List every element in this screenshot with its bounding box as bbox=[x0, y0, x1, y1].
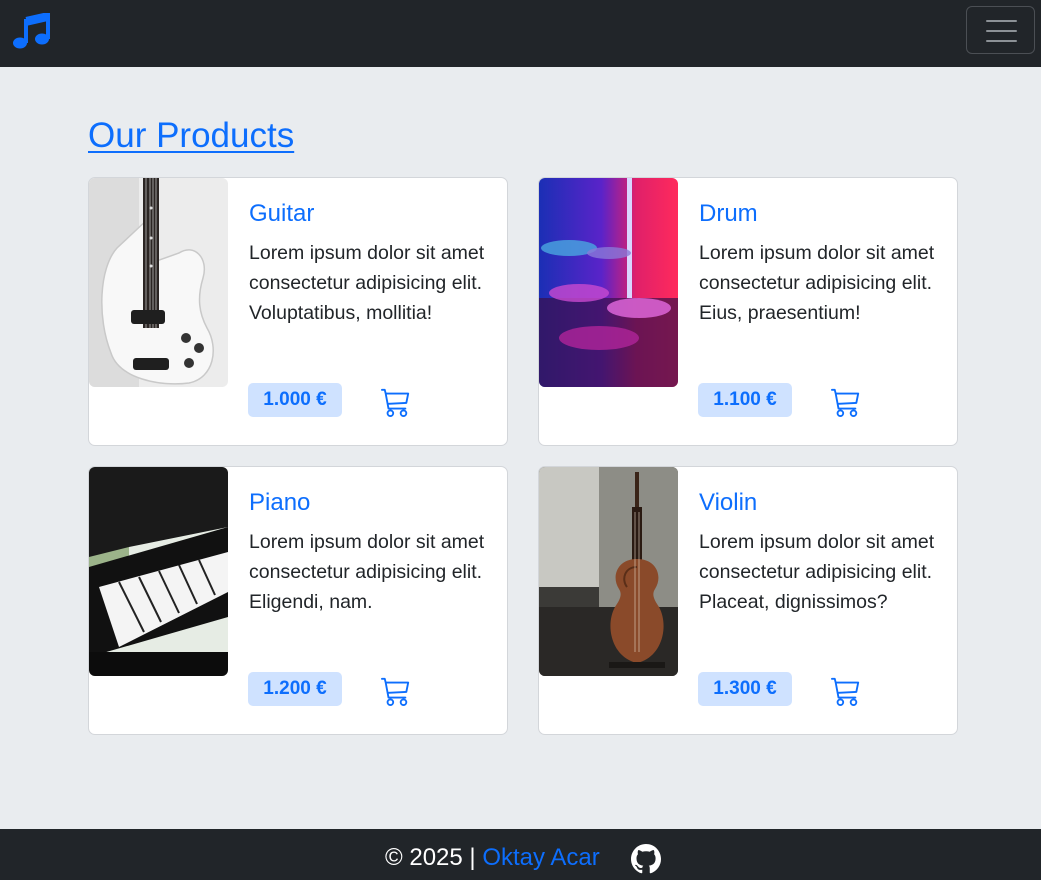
product-card-piano: Piano Lorem ipsum dolor sit amet consect… bbox=[88, 466, 508, 735]
cart-icon[interactable] bbox=[831, 676, 861, 706]
product-card-drum: Drum Lorem ipsum dolor sit amet consecte… bbox=[538, 177, 958, 446]
cart-icon[interactable] bbox=[381, 387, 411, 417]
product-image-guitar bbox=[89, 178, 228, 387]
price-badge: 1.300 € bbox=[698, 672, 792, 706]
product-card-violin: Violin Lorem ipsum dolor sit amet consec… bbox=[538, 466, 958, 735]
author-link[interactable]: Oktay Acar bbox=[482, 844, 599, 871]
price-badge: 1.100 € bbox=[698, 383, 792, 417]
product-description: Lorem ipsum dolor sit amet consectetur a… bbox=[249, 531, 485, 613]
music-note-icon[interactable] bbox=[12, 11, 50, 49]
product-title: Guitar bbox=[249, 200, 315, 227]
product-title: Piano bbox=[249, 489, 311, 516]
product-image-violin bbox=[539, 467, 678, 676]
product-image-piano bbox=[89, 467, 228, 676]
navbar bbox=[0, 0, 1041, 67]
price-badge: 1.200 € bbox=[248, 672, 342, 706]
product-title: Drum bbox=[699, 200, 758, 227]
page-title[interactable]: Our Products bbox=[88, 114, 294, 158]
price-badge: 1.000 € bbox=[248, 383, 342, 417]
product-description: Lorem ipsum dolor sit amet consectetur a… bbox=[249, 242, 485, 324]
footer-text: © 2025 | Oktay Acar bbox=[385, 843, 600, 873]
product-image-drum bbox=[539, 178, 678, 387]
footer: © 2025 | Oktay Acar bbox=[0, 829, 1041, 880]
product-description: Lorem ipsum dolor sit amet consectetur a… bbox=[699, 242, 935, 324]
hamburger-icon bbox=[986, 20, 1017, 42]
copyright-text: © 2025 | bbox=[385, 844, 476, 871]
cart-icon[interactable] bbox=[381, 676, 411, 706]
github-icon[interactable] bbox=[631, 844, 661, 874]
menu-toggle-button[interactable] bbox=[966, 6, 1035, 54]
product-description: Lorem ipsum dolor sit amet consectetur a… bbox=[699, 531, 935, 613]
cart-icon[interactable] bbox=[831, 387, 861, 417]
product-card-guitar: Guitar Lorem ipsum dolor sit amet consec… bbox=[88, 177, 508, 446]
product-title: Violin bbox=[699, 489, 758, 516]
